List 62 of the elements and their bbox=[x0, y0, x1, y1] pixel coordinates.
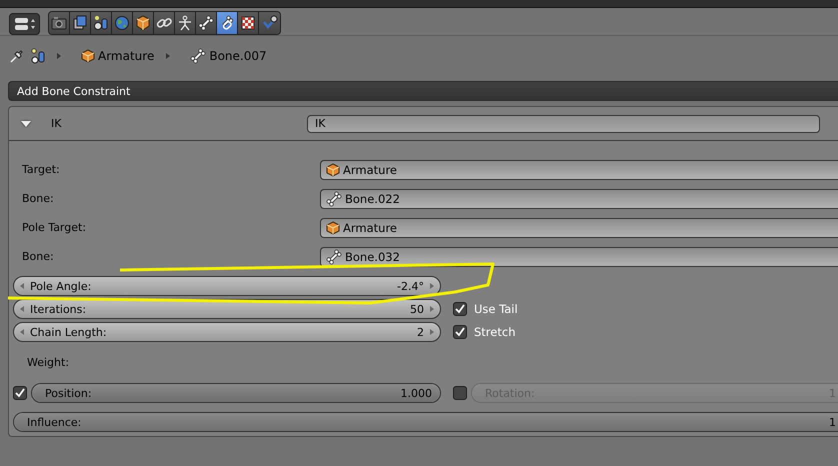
weight-slider[interactable]: Position: 1.000 bbox=[31, 383, 441, 403]
number-field[interactable]: Chain Length: 2 bbox=[13, 322, 441, 342]
editor-type-icon bbox=[14, 17, 36, 31]
context-tab[interactable] bbox=[154, 12, 175, 34]
checkbox[interactable] bbox=[453, 325, 467, 339]
layers-icon bbox=[72, 15, 88, 31]
weight-label: Weight: bbox=[26, 355, 70, 371]
breadcrumb-label: Armature bbox=[98, 48, 154, 62]
separator-arrow-icon bbox=[57, 52, 61, 58]
field-label: Target: bbox=[21, 163, 61, 176]
separator-arrow-icon bbox=[166, 52, 170, 58]
bone-icon bbox=[198, 15, 214, 31]
breadcrumb-label: Bone.007 bbox=[209, 48, 267, 62]
context-tab[interactable] bbox=[217, 12, 238, 34]
scene-icon bbox=[93, 15, 109, 31]
decrement-arrow-icon[interactable] bbox=[20, 306, 24, 312]
decrement-arrow-icon[interactable] bbox=[20, 329, 24, 335]
cube-icon bbox=[81, 48, 95, 62]
context-tab[interactable] bbox=[175, 12, 196, 34]
checkbox-label: Use Tail bbox=[474, 302, 518, 316]
pin-icon[interactable] bbox=[9, 48, 25, 64]
decrement-arrow-icon[interactable] bbox=[20, 283, 24, 289]
checkbox[interactable] bbox=[13, 386, 27, 400]
checkbox[interactable] bbox=[453, 302, 467, 316]
cube-icon bbox=[135, 15, 151, 31]
bone-icon bbox=[326, 190, 342, 206]
target-field[interactable]: Armature bbox=[320, 160, 838, 180]
context-tab[interactable] bbox=[133, 12, 154, 34]
constraint-name-field[interactable]: IK bbox=[307, 114, 820, 132]
cube-icon bbox=[326, 162, 340, 176]
editor-type-button[interactable] bbox=[9, 13, 40, 35]
globe-icon bbox=[114, 15, 130, 31]
field-label: Bone: bbox=[21, 250, 55, 263]
target-field[interactable]: Armature bbox=[320, 218, 838, 238]
add-bone-constraint-menu[interactable]: Add Bone Constraint bbox=[8, 81, 838, 101]
checkbox-label: Stretch bbox=[474, 325, 516, 339]
target-field[interactable]: Bone.032 bbox=[320, 246, 838, 266]
constraint-type-label: IK bbox=[51, 117, 62, 130]
bone-icon bbox=[326, 248, 342, 264]
context-tab[interactable] bbox=[259, 12, 280, 34]
context-tab[interactable] bbox=[238, 12, 259, 34]
field-label: Bone: bbox=[21, 192, 55, 205]
pole-angle-field[interactable]: Pole Angle: -2.4° bbox=[13, 276, 441, 296]
checkbox[interactable] bbox=[453, 386, 467, 400]
context-tab[interactable] bbox=[70, 12, 91, 34]
stick-figure-icon bbox=[177, 15, 193, 31]
scene-icon bbox=[31, 48, 45, 64]
influence-slider[interactable]: Influence: 1 bbox=[13, 412, 838, 432]
cube-icon bbox=[326, 220, 340, 234]
bone-icon bbox=[190, 48, 206, 64]
context-tab[interactable] bbox=[91, 12, 112, 34]
context-tab[interactable] bbox=[196, 12, 217, 34]
collapse-triangle-icon[interactable] bbox=[21, 120, 31, 126]
increment-arrow-icon[interactable] bbox=[430, 329, 434, 335]
increment-arrow-icon[interactable] bbox=[430, 306, 434, 312]
target-field[interactable]: Bone.022 bbox=[320, 188, 838, 208]
field-label: Pole Target: bbox=[21, 221, 88, 234]
check-sphere-icon bbox=[262, 15, 278, 31]
context-tab[interactable] bbox=[49, 12, 70, 34]
camera-icon bbox=[51, 15, 67, 31]
increment-arrow-icon[interactable] bbox=[430, 283, 434, 289]
checker-icon bbox=[240, 15, 256, 31]
